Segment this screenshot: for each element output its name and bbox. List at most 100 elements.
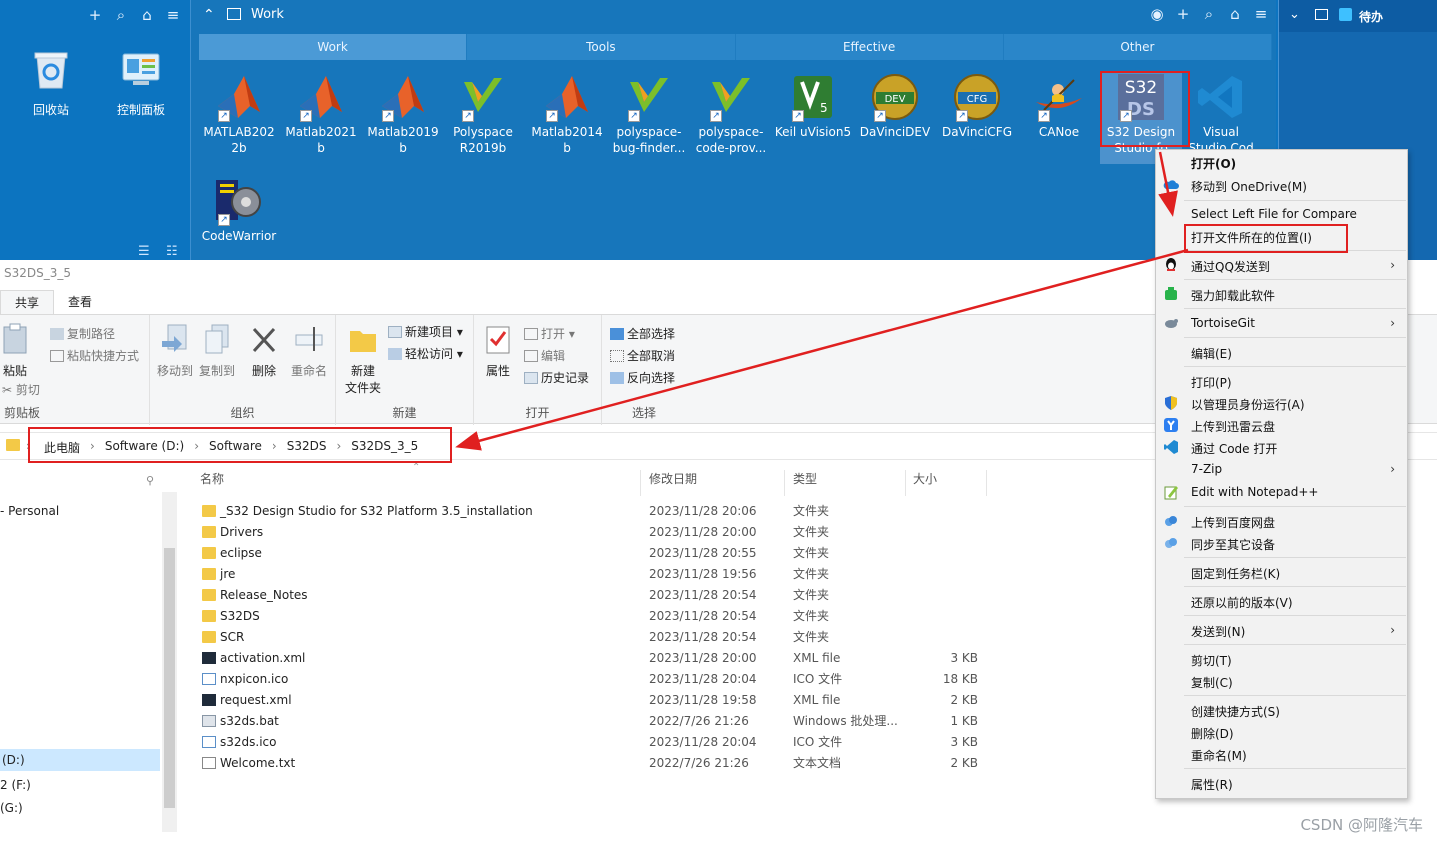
nav-scrollbar-thumb[interactable] (164, 548, 175, 808)
file-row[interactable]: SCR 2023/11/28 20:54 文件夹 (198, 627, 998, 648)
sort-icon[interactable]: ☰ (138, 244, 150, 259)
easy-access-button[interactable]: 轻松访问 ▾ (388, 345, 463, 362)
app-davincicfg[interactable]: CFG ↗ DaVinciCFG (936, 72, 1018, 140)
column-header-size[interactable]: 大小 (913, 470, 937, 496)
file-row[interactable]: s32ds.ico 2023/11/28 20:04 ICO 文件 3 KB (198, 732, 998, 753)
nav-item-f-drive[interactable]: 2 (F:) (0, 778, 31, 792)
menu-item-open[interactable]: 打开(O) (1191, 155, 1236, 172)
menu-item-upload-baidu[interactable]: 上传到百度网盘 (1191, 514, 1275, 531)
menu-item-select-left-compare[interactable]: Select Left File for Compare (1191, 207, 1357, 221)
menu-item-edit[interactable]: 编辑(E) (1191, 345, 1232, 362)
edit-button[interactable]: 编辑 (524, 347, 565, 364)
new-item-button[interactable]: 新建项目 ▾ (388, 323, 463, 340)
app-canoe[interactable]: ↗ CANoe (1018, 72, 1100, 140)
copy-path-button[interactable]: 复制路径 (50, 325, 115, 342)
menu-item-print[interactable]: 打印(P) (1191, 374, 1232, 391)
menu-item-properties[interactable]: 属性(R) (1191, 776, 1233, 793)
column-divider[interactable] (905, 470, 906, 496)
tab-share[interactable]: 共享 (0, 290, 55, 314)
menu-item-force-uninstall[interactable]: 强力卸载此软件 (1191, 287, 1275, 304)
desktop-icon-recycle-bin[interactable]: 回收站 (11, 48, 91, 118)
invert-selection-button[interactable]: 反向选择 (610, 369, 675, 386)
menu-item-create-shortcut[interactable]: 创建快捷方式(S) (1191, 703, 1280, 720)
column-header-type[interactable]: 类型 (793, 470, 817, 496)
file-row[interactable]: Release_Notes 2023/11/28 20:54 文件夹 (198, 585, 998, 606)
nav-item-d-drive[interactable]: (D:) (0, 749, 160, 771)
cut-button[interactable]: ✂ 剪切 (2, 381, 40, 398)
open-button[interactable]: 打开 ▾ (524, 325, 575, 342)
nav-item-personal[interactable]: - Personal (0, 504, 59, 518)
pin-icon[interactable]: ⚲ (146, 474, 154, 487)
file-row[interactable]: jre 2023/11/28 19:56 文件夹 (198, 564, 998, 585)
window-icon[interactable] (227, 8, 241, 20)
menu-item-open-with-code[interactable]: 通过 Code 打开 (1191, 440, 1277, 457)
file-row[interactable]: Welcome.txt 2022/7/26 21:26 文本文档 2 KB (198, 753, 998, 774)
file-row[interactable]: Drivers 2023/11/28 20:00 文件夹 (198, 522, 998, 543)
app-polyspace-r2019b[interactable]: ↗ Polyspace R2019b (442, 72, 524, 156)
file-row[interactable]: eclipse 2023/11/28 20:55 文件夹 (198, 543, 998, 564)
new-folder-button[interactable]: 新建 文件夹 (340, 323, 386, 396)
file-row[interactable]: nxpicon.ico 2023/11/28 20:04 ICO 文件 18 KB (198, 669, 998, 690)
list-view-icon[interactable]: ☷ (166, 244, 178, 259)
rename-button[interactable]: 重命名 (286, 323, 332, 379)
file-row[interactable]: activation.xml 2023/11/28 20:00 XML file 3 … (198, 648, 998, 669)
tab-view[interactable]: 查看 (54, 290, 106, 314)
menu-item-delete[interactable]: 删除(D) (1191, 725, 1234, 742)
column-divider[interactable] (784, 470, 785, 496)
app-matlab2022b[interactable]: ↗ MATLAB202 2b (198, 72, 280, 156)
menu-item-7zip[interactable]: 7-Zip (1191, 462, 1222, 476)
window-icon[interactable] (1315, 9, 1328, 20)
file-row[interactable]: request.xml 2023/11/28 19:58 XML file 2 KB (198, 690, 998, 711)
app-polyspace-code-prover[interactable]: ↗ polyspace- code-prov... (690, 72, 772, 156)
add-icon[interactable]: + (84, 6, 106, 24)
file-row[interactable]: _S32 Design Studio for S32 Platform 3.5_… (198, 501, 998, 522)
column-divider[interactable] (986, 470, 987, 496)
properties-button[interactable]: 属性 (478, 323, 518, 379)
move-to-button[interactable]: 移动到 (152, 323, 198, 379)
chevron-down-icon[interactable]: ⌄ (1289, 7, 1300, 22)
menu-item-run-as-admin[interactable]: 以管理员身份运行(A) (1191, 396, 1305, 413)
tab-tools[interactable]: Tools (467, 34, 736, 60)
select-all-button[interactable]: 全部选择 (610, 325, 675, 342)
menu-item-send-to[interactable]: 发送到(N) (1191, 623, 1245, 640)
search-icon[interactable]: ⌕ (1199, 5, 1219, 23)
column-header-date[interactable]: 修改日期 (649, 470, 697, 496)
menu-item-move-onedrive[interactable]: 移动到 OneDrive(M) (1191, 178, 1307, 195)
paste-shortcut-button[interactable]: 粘贴快捷方式 (50, 347, 139, 364)
app-codewarrior[interactable]: ↗ CodeWarrior (198, 176, 280, 244)
search-icon[interactable]: ⌕ (110, 6, 132, 24)
tab-other[interactable]: Other (1003, 34, 1272, 60)
menu-item-notepadpp[interactable]: Edit with Notepad++ (1191, 485, 1318, 499)
tab-work[interactable]: Work (199, 34, 468, 60)
menu-icon[interactable]: ≡ (162, 6, 184, 24)
chevron-up-icon[interactable]: ⌃ (203, 7, 215, 23)
tab-effective[interactable]: Effective (735, 34, 1004, 60)
cleanup-icon[interactable]: ⌂ (136, 6, 158, 24)
app-polyspace-bug-finder[interactable]: ↗ polyspace- bug-finder... (608, 72, 690, 156)
copy-to-button[interactable]: 复制到 (194, 323, 240, 379)
menu-icon[interactable]: ≡ (1251, 5, 1271, 23)
cleanup-icon[interactable]: ⌂ (1225, 5, 1245, 23)
column-header-name[interactable]: 名称 (200, 470, 224, 496)
user-icon[interactable]: ◉ (1147, 5, 1167, 23)
menu-item-copy[interactable]: 复制(C) (1191, 674, 1233, 691)
column-divider[interactable] (640, 470, 641, 496)
menu-item-restore-versions[interactable]: 还原以前的版本(V) (1191, 594, 1293, 611)
app-davincidev[interactable]: DEV ↗ DaVinciDEV (854, 72, 936, 140)
file-row[interactable]: S32DS 2023/11/28 20:54 文件夹 (198, 606, 998, 627)
paste-button[interactable]: 粘贴 (0, 323, 36, 379)
history-button[interactable]: 历史记录 (524, 369, 589, 386)
desktop-icon-control-panel[interactable]: 控制面板 (101, 48, 181, 118)
menu-item-cut[interactable]: 剪切(T) (1191, 652, 1232, 669)
menu-item-tortoisegit[interactable]: TortoiseGit (1191, 316, 1255, 330)
menu-item-send-qq[interactable]: 通过QQ发送到 (1191, 258, 1270, 275)
app-keil-uvision5[interactable]: 5 ↗ Keil uVision5 (772, 72, 854, 140)
app-matlab2014b[interactable]: ↗ Matlab2014 b (526, 72, 608, 156)
add-icon[interactable]: + (1173, 5, 1193, 23)
nav-item-g-drive[interactable]: (G:) (0, 801, 23, 815)
menu-item-upload-thunder[interactable]: 上传到迅雷云盘 (1191, 418, 1275, 435)
menu-item-rename[interactable]: 重命名(M) (1191, 747, 1247, 764)
app-visual-studio-code[interactable]: Visual Studio Cod (1180, 72, 1262, 156)
menu-item-sync-devices[interactable]: 同步至其它设备 (1191, 536, 1275, 553)
menu-item-pin-taskbar[interactable]: 固定到任务栏(K) (1191, 565, 1280, 582)
